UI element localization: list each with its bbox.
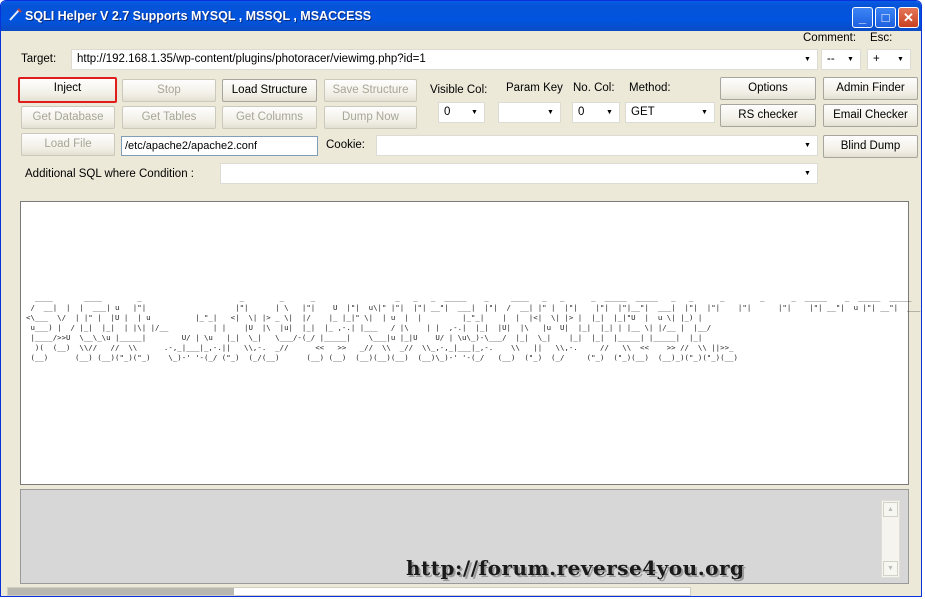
esc-value: + (873, 53, 880, 65)
window-title: SQLI Helper V 2.7 Supports MYSQL , MSSQL… (25, 9, 372, 23)
param-key-label: Param Key (506, 82, 563, 94)
vertical-scrollbar[interactable]: ▲ ▼ (881, 500, 900, 578)
ascii-art-banner: ____ ____ _ _ _ _ _ _ _ _____ _ ____ _ _… (26, 293, 921, 362)
scrollbar-thumb[interactable] (8, 588, 234, 595)
no-col-value: 0 (578, 106, 585, 118)
admin-finder-button[interactable]: Admin Finder (823, 77, 918, 100)
status-bar (1, 586, 921, 596)
blind-dump-button[interactable]: Blind Dump (823, 135, 918, 158)
chevron-down-icon[interactable]: ▼ (842, 51, 859, 68)
chevron-down-icon[interactable]: ▼ (799, 165, 816, 182)
no-col-label: No. Col: (573, 82, 615, 94)
chevron-down-icon[interactable]: ▼ (799, 51, 816, 68)
options-button[interactable]: Options (720, 77, 816, 100)
method-value: GET (631, 106, 655, 118)
additional-sql-label: Additional SQL where Condition : (25, 168, 194, 180)
close-icon: ✕ (903, 10, 914, 25)
comment-label: Comment: (803, 32, 857, 44)
no-col-select[interactable]: 0 ▼ (572, 102, 620, 123)
additional-sql-combo[interactable]: ▼ (220, 163, 818, 184)
target-url-value: http://192.168.1.35/wp-content/plugins/p… (77, 53, 426, 65)
chevron-down-icon[interactable]: ▼ (799, 137, 816, 154)
output-banner-panel: ____ ____ _ _ _ _ _ _ _ _____ _ ____ _ _… (20, 201, 921, 485)
get-database-button[interactable]: Get Database (21, 106, 115, 129)
inject-button[interactable]: Inject (18, 77, 117, 103)
stop-button[interactable]: Stop (122, 79, 216, 102)
visible-col-label: Visible Col: (430, 84, 488, 96)
maximize-icon: □ (881, 10, 890, 25)
comment-combo[interactable]: -- ▼ (821, 49, 861, 70)
target-label: Target: (21, 53, 57, 65)
comment-value: -- (827, 53, 835, 65)
get-columns-button[interactable]: Get Columns (222, 106, 317, 129)
app-icon (9, 8, 22, 21)
save-structure-button[interactable]: Save Structure (324, 79, 417, 102)
minimize-button[interactable]: _ (852, 7, 873, 28)
horizontal-scrollbar[interactable] (7, 587, 691, 596)
get-tables-button[interactable]: Get Tables (122, 106, 216, 129)
scroll-up-icon[interactable]: ▲ (883, 502, 898, 517)
rs-checker-button[interactable]: RS checker (720, 104, 816, 127)
chevron-down-icon[interactable]: ▼ (892, 51, 909, 68)
dump-now-button[interactable]: Dump Now (324, 106, 417, 129)
scroll-down-icon[interactable]: ▼ (883, 561, 898, 576)
title-bar[interactable]: SQLI Helper V 2.7 Supports MYSQL , MSSQL… (1, 1, 921, 31)
param-key-select[interactable]: ▼ (498, 102, 561, 123)
maximize-button[interactable]: □ (875, 7, 896, 28)
esc-label: Esc: (870, 32, 893, 44)
esc-combo[interactable]: + ▼ (867, 49, 911, 70)
method-label: Method: (629, 82, 671, 94)
app-window: SQLI Helper V 2.7 Supports MYSQL , MSSQL… (0, 0, 922, 597)
load-file-path-value: /etc/apache2/apache2.conf (125, 140, 258, 152)
cookie-combo[interactable]: ▼ (376, 135, 818, 156)
load-file-path-input[interactable]: /etc/apache2/apache2.conf (121, 136, 318, 156)
visible-col-value: 0 (444, 106, 451, 118)
load-file-button[interactable]: Load File (21, 133, 115, 156)
chevron-down-icon[interactable]: ▼ (466, 104, 483, 121)
minimize-icon: _ (858, 10, 867, 25)
load-structure-button[interactable]: Load Structure (222, 79, 317, 102)
chevron-down-icon[interactable]: ▼ (601, 104, 618, 121)
target-url-combo[interactable]: http://192.168.1.35/wp-content/plugins/p… (71, 49, 818, 70)
watermark-text: http://forum.reverse4you.org (406, 556, 745, 580)
visible-col-select[interactable]: 0 ▼ (438, 102, 485, 123)
chevron-down-icon[interactable]: ▼ (542, 104, 559, 121)
cookie-label: Cookie: (326, 139, 365, 151)
chevron-down-icon[interactable]: ▼ (696, 104, 713, 121)
email-checker-button[interactable]: Email Checker (823, 104, 918, 127)
method-select[interactable]: GET ▼ (625, 102, 715, 123)
close-button[interactable]: ✕ (898, 7, 919, 28)
